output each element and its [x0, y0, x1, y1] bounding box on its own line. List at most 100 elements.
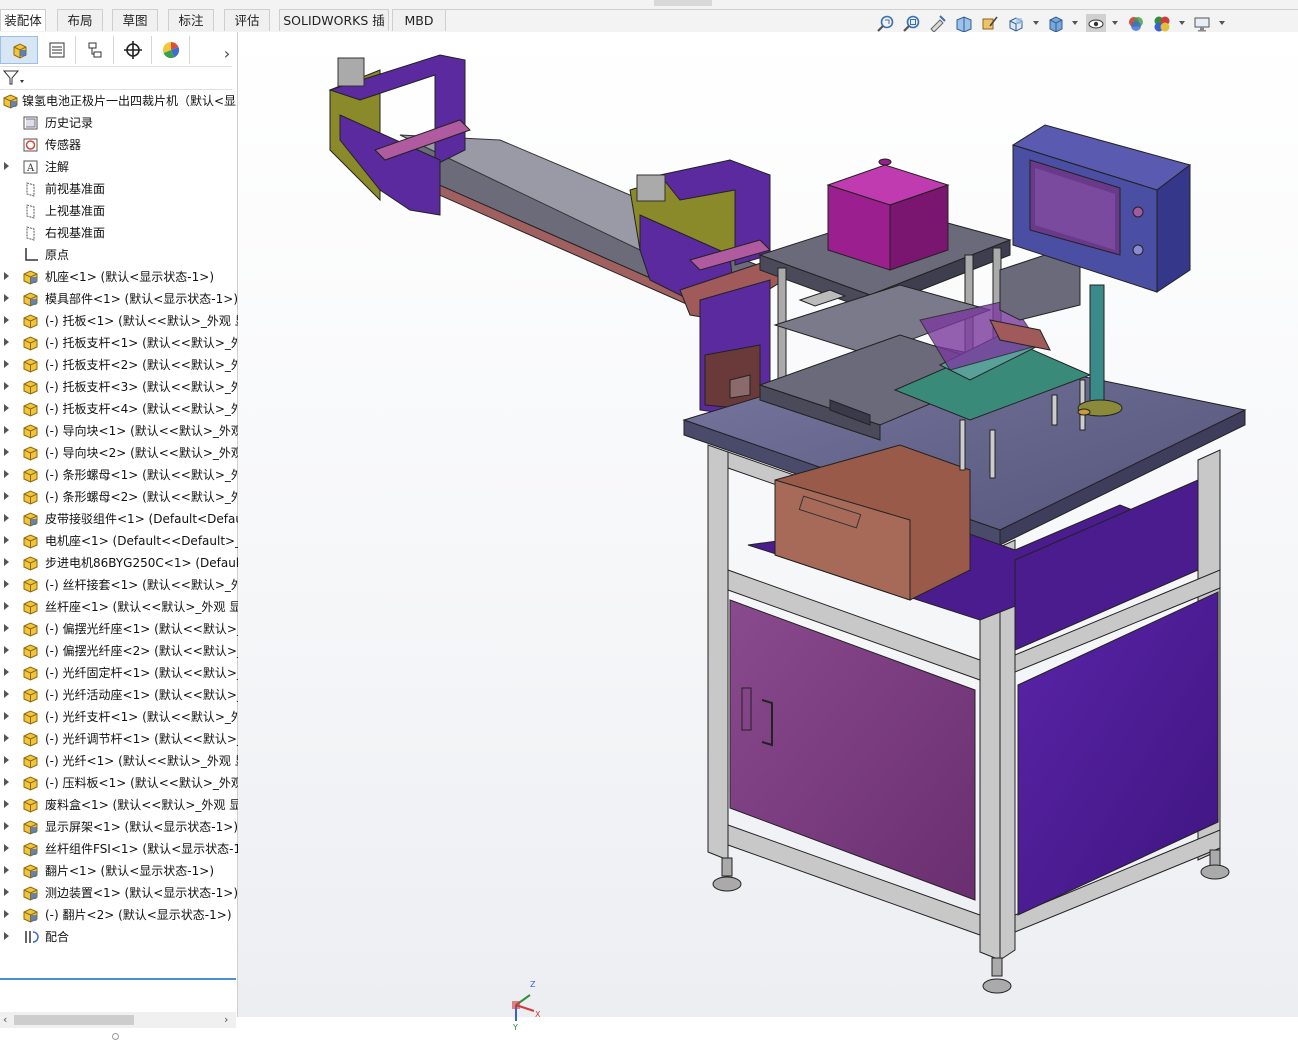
- tree-item[interactable]: 右视基准面: [0, 222, 238, 244]
- expand-arrow-icon[interactable]: [4, 866, 9, 874]
- view-settings-icon[interactable]: [1192, 14, 1212, 34]
- expand-arrow-icon[interactable]: [4, 690, 9, 698]
- tree-item[interactable]: 测边装置<1> (默认<显示状态-1>): [0, 882, 238, 904]
- tab-evaluate[interactable]: 评估: [224, 9, 270, 31]
- expand-arrow-icon[interactable]: [4, 272, 9, 280]
- tab-mbd[interactable]: MBD: [392, 9, 446, 31]
- expand-arrow-icon[interactable]: [4, 162, 9, 170]
- apply-scene-icon[interactable]: [1152, 14, 1172, 34]
- expand-arrow-icon[interactable]: [4, 822, 9, 830]
- expand-arrow-icon[interactable]: [4, 624, 9, 632]
- conveyor-assembly[interactable]: [328, 54, 802, 321]
- expand-arrow-icon[interactable]: [4, 316, 9, 324]
- expand-arrow-icon[interactable]: [4, 668, 9, 676]
- tab-solidworks-addins[interactable]: SOLIDWORKS 插件: [279, 9, 389, 50]
- tab-layout[interactable]: 布局: [57, 9, 103, 31]
- tree-item[interactable]: 步进电机86BYG250C<1> (Default: [0, 552, 238, 574]
- expand-arrow-icon[interactable]: [4, 338, 9, 346]
- tree-item[interactable]: (-) 导向块<1> (默认<<默认>_外观: [0, 420, 238, 442]
- expand-arrow-icon[interactable]: [4, 448, 9, 456]
- expand-arrow-icon[interactable]: [4, 404, 9, 412]
- tree-item[interactable]: (-) 托板支杆<4> (默认<<默认>_外: [0, 398, 238, 420]
- dynamic-annotation-icon[interactable]: [980, 14, 1000, 34]
- chevron-down-icon[interactable]: [1033, 21, 1039, 25]
- tree-item[interactable]: 传感器: [0, 134, 238, 156]
- tree-item[interactable]: 上视基准面: [0, 200, 238, 222]
- expand-arrow-icon[interactable]: [4, 646, 9, 654]
- filter-icon[interactable]: [3, 70, 25, 86]
- tree-item[interactable]: (-) 偏摆光纤座<1> (默认<<默认>_: [0, 618, 238, 640]
- view-orientation-icon[interactable]: [1006, 14, 1026, 34]
- expand-arrow-icon[interactable]: [4, 580, 9, 588]
- tree-item[interactable]: 机座<1> (默认<显示状态-1>): [0, 266, 238, 288]
- expand-arrow-icon[interactable]: [4, 888, 9, 896]
- chevron-down-icon[interactable]: [1219, 21, 1225, 25]
- hide-show-icon[interactable]: [1086, 14, 1106, 34]
- tree-item[interactable]: (-) 托板<1> (默认<<默认>_外观 显: [0, 310, 238, 332]
- chevron-down-icon[interactable]: [1179, 21, 1185, 25]
- tree-item[interactable]: (-) 丝杆接套<1> (默认<<默认>_外: [0, 574, 238, 596]
- horizontal-scrollbar[interactable]: ‹ ›: [0, 1012, 236, 1028]
- panel-resize-handle[interactable]: [112, 1033, 119, 1040]
- machine-model[interactable]: [238, 32, 1298, 1017]
- expand-arrow-icon[interactable]: [4, 844, 9, 852]
- expand-arrow-icon[interactable]: [4, 492, 9, 500]
- dimxpert-icon[interactable]: [114, 36, 152, 64]
- zoom-area-icon[interactable]: [902, 14, 922, 34]
- tree-item[interactable]: (-) 光纤固定杆<1> (默认<<默认>_: [0, 662, 238, 684]
- tab-assembly[interactable]: 装配体: [0, 9, 46, 31]
- tree-item[interactable]: (-) 偏摆光纤座<2> (默认<<默认>_: [0, 640, 238, 662]
- tree-item[interactable]: (-) 光纤调节杆<1> (默认<<默认>_: [0, 728, 238, 750]
- chevron-down-icon[interactable]: [1072, 21, 1078, 25]
- tree-item[interactable]: (-) 光纤活动座<1> (默认<<默认>_: [0, 684, 238, 706]
- tree-item[interactable]: 显示屏架<1> (默认<显示状态-1>): [0, 816, 238, 838]
- chevron-right-icon[interactable]: ›: [220, 40, 234, 68]
- tree-root-assembly[interactable]: 镍氢电池正极片一出四裁片机（默认<显: [0, 90, 238, 112]
- tree-item[interactable]: (-) 导向块<2> (默认<<默认>_外观: [0, 442, 238, 464]
- section-view-icon[interactable]: [954, 14, 974, 34]
- expand-arrow-icon[interactable]: [4, 382, 9, 390]
- display-style-icon[interactable]: [1046, 14, 1066, 34]
- expand-arrow-icon[interactable]: [4, 602, 9, 610]
- tree-item[interactable]: (-) 条形螺母<2> (默认<<默认>_外: [0, 486, 238, 508]
- tree-item[interactable]: 皮带接驳组件<1> (Default<Defau: [0, 508, 238, 530]
- expand-arrow-icon[interactable]: [4, 360, 9, 368]
- scroll-left-icon[interactable]: ‹: [3, 1012, 7, 1028]
- featuremanager-icon[interactable]: [0, 36, 38, 64]
- tree-filter[interactable]: [0, 66, 232, 90]
- expand-arrow-icon[interactable]: [4, 470, 9, 478]
- expand-arrow-icon[interactable]: [4, 734, 9, 742]
- tree-item[interactable]: (-) 光纤支杆<1> (默认<<默认>_外: [0, 706, 238, 728]
- tree-item[interactable]: 电机座<1> (Default<<Default>_夕: [0, 530, 238, 552]
- tree-item[interactable]: (-) 翻片<2> (默认<显示状态-1>): [0, 904, 238, 926]
- expand-arrow-icon[interactable]: [4, 426, 9, 434]
- tree-item[interactable]: 配合: [0, 926, 238, 948]
- scroll-right-icon[interactable]: ›: [224, 1012, 228, 1028]
- expand-arrow-icon[interactable]: [4, 536, 9, 544]
- expand-arrow-icon[interactable]: [4, 800, 9, 808]
- tree-item[interactable]: 丝杆座<1> (默认<<默认>_外观 显: [0, 596, 238, 618]
- tree-item[interactable]: 历史记录: [0, 112, 238, 134]
- tab-markup[interactable]: 标注: [168, 9, 214, 31]
- expand-arrow-icon[interactable]: [4, 910, 9, 918]
- tree-item[interactable]: (-) 托板支杆<3> (默认<<默认>_外: [0, 376, 238, 398]
- tree-item[interactable]: (-) 压料板<1> (默认<<默认>_外观: [0, 772, 238, 794]
- expand-arrow-icon[interactable]: [4, 294, 9, 302]
- expand-arrow-icon[interactable]: [4, 514, 9, 522]
- expand-arrow-icon[interactable]: [4, 712, 9, 720]
- expand-arrow-icon[interactable]: [4, 558, 9, 566]
- configurationmanager-icon[interactable]: [76, 36, 114, 64]
- edit-appearance-icon[interactable]: [1126, 14, 1146, 34]
- expand-arrow-icon[interactable]: [4, 932, 9, 940]
- tree-item[interactable]: (-) 托板支杆<1> (默认<<默认>_外: [0, 332, 238, 354]
- tree-item[interactable]: 前视基准面: [0, 178, 238, 200]
- tree-item[interactable]: 翻片<1> (默认<显示状态-1>): [0, 860, 238, 882]
- tree-item[interactable]: A 注解: [0, 156, 238, 178]
- zoom-to-fit-icon[interactable]: [876, 14, 896, 34]
- tree-item[interactable]: (-) 条形螺母<1> (默认<<默认>_外: [0, 464, 238, 486]
- propertymanager-icon[interactable]: [38, 36, 76, 64]
- graphics-area[interactable]: Z X Y: [238, 32, 1298, 1032]
- stepper-motor[interactable]: [826, 158, 950, 271]
- displaymanager-icon[interactable]: [152, 36, 190, 64]
- chevron-down-icon[interactable]: [1112, 21, 1118, 25]
